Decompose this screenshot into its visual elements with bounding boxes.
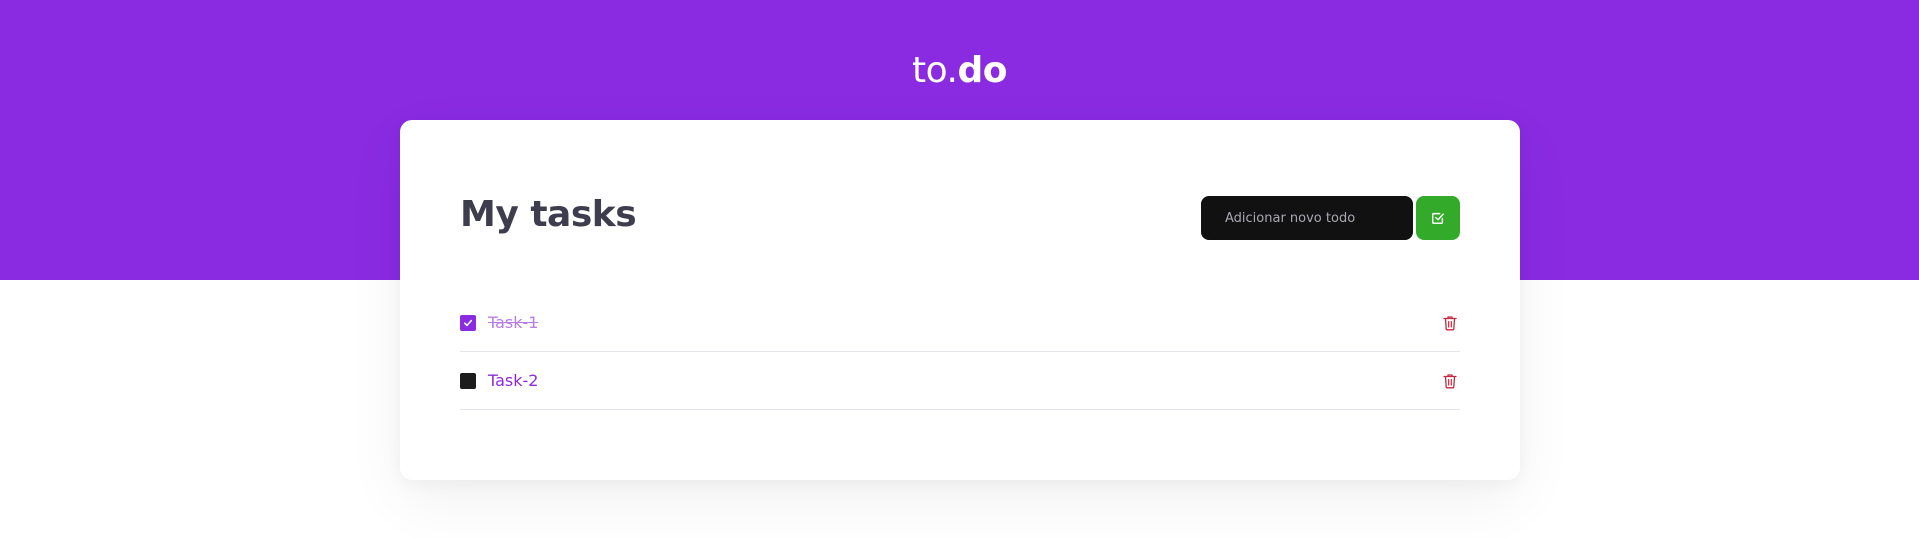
task-item: Task-2	[460, 352, 1460, 410]
app-logo: to.do	[0, 50, 1919, 91]
trash-icon	[1443, 373, 1457, 388]
checkmark-icon	[464, 319, 473, 326]
check-square-icon	[1432, 212, 1444, 224]
tasks-card: My tasks Task-1	[400, 120, 1520, 480]
task-item: Task-1	[460, 294, 1460, 352]
delete-task-button[interactable]	[1440, 371, 1460, 391]
task-title: Task-1	[488, 313, 539, 332]
trash-icon	[1443, 315, 1457, 330]
page-title: My tasks	[460, 194, 637, 235]
task-checkbox[interactable]	[460, 372, 476, 389]
delete-task-button[interactable]	[1440, 313, 1460, 333]
add-todo-button[interactable]	[1416, 196, 1460, 240]
task-title: Task-2	[488, 371, 539, 390]
task-list: Task-1 Task-2	[460, 294, 1460, 410]
new-todo-input[interactable]	[1201, 196, 1413, 240]
logo-text-light: to.	[912, 50, 958, 91]
logo-text-bold: do	[957, 50, 1007, 91]
task-checkbox[interactable]	[460, 314, 476, 331]
